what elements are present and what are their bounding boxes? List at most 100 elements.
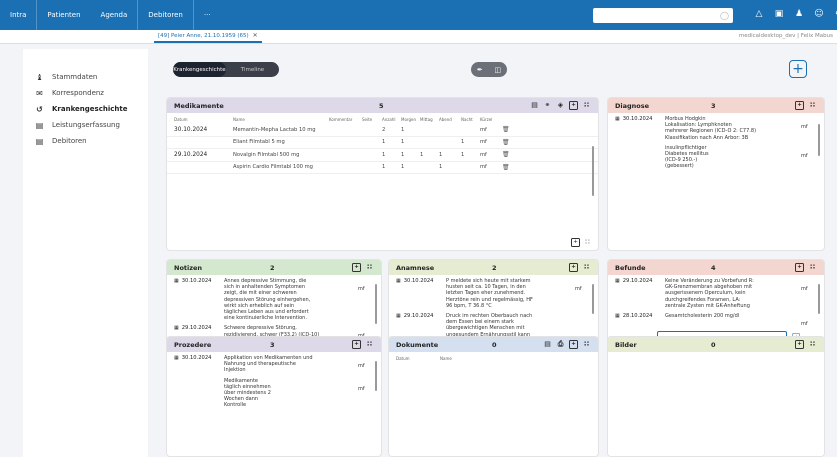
trash-icon[interactable]: 🗑: [502, 126, 510, 133]
close-icon[interactable]: ✕: [253, 32, 258, 39]
nav-more[interactable]: ···: [194, 0, 221, 30]
expand-icon[interactable]: ∷: [808, 340, 817, 349]
add-entry-icon[interactable]: +: [352, 263, 361, 272]
col-name: Name: [233, 117, 245, 122]
top-nav: Intra Patienten Agenda Debitoren ···: [0, 0, 221, 30]
entry-date-text: 30.10.2024: [622, 116, 653, 122]
sidebar-item-debitoren[interactable]: ▤ Debitoren: [23, 133, 148, 149]
list-item[interactable]: ▦ 30.10.2024 Morbus Hodgkin Lokalisation: L…: [615, 116, 817, 141]
panel-count: 0: [711, 340, 716, 349]
toggle-krankengeschichte[interactable]: Krankengeschichte: [173, 62, 226, 77]
entry-user: mf: [358, 363, 365, 369]
trash-icon[interactable]: 🗑: [502, 164, 510, 171]
link-icon[interactable]: ⚭: [543, 101, 552, 110]
list-icon[interactable]: ▤: [530, 101, 539, 110]
calendar-icon[interactable]: ▣: [772, 6, 786, 22]
entry-line: Kontrolle: [224, 402, 247, 409]
tab-bar: [49] Peier Anne, 21.10.1959 (65) ✕ medic…: [0, 30, 837, 44]
file-icon[interactable]: ▤: [543, 340, 552, 349]
scrollbar[interactable]: [374, 284, 377, 324]
list-item[interactable]: insulinpflichtiger Diabetes mellitus (ICD-…: [615, 145, 817, 170]
panel-header: Notizen 2 + ∷: [167, 260, 381, 275]
scrollbar[interactable]: [591, 284, 594, 314]
panel-title: Dokumente: [396, 340, 439, 349]
table-row[interactable]: Eliant Filmtabl 5 mg 1 1 1 mf 🗑: [167, 137, 598, 149]
expand-icon[interactable]: ∷: [583, 238, 592, 247]
scrollbar[interactable]: [817, 284, 820, 314]
list-item[interactable]: ▦ 29.10.2024 Druck im rechten Oberbauch na…: [396, 313, 591, 338]
entry-user: mf: [358, 385, 365, 392]
table-row[interactable]: 29.10.2024 Novalgin Filmtabl 500 mg 1 1 1 1 1 m…: [167, 149, 598, 162]
panel-actions: ▤ ⎙ + ∷: [543, 340, 591, 349]
add-row-icon[interactable]: +: [571, 238, 580, 247]
sidebar-item-korrespondenz[interactable]: ✉ Korrespondenz: [23, 85, 148, 101]
entry-date: ▦ 30.10.2024: [615, 116, 665, 141]
list-item[interactable]: Medikamente täglich einnehmen über mindest…: [174, 378, 374, 409]
document-icon: ▤: [35, 120, 44, 130]
trash-icon[interactable]: 🗑: [502, 139, 510, 146]
trash-icon[interactable]: 🗑: [502, 151, 510, 158]
scrollbar[interactable]: [817, 124, 820, 156]
sidebar-item-leistungserfassung[interactable]: ▤ Leistungserfassung: [23, 117, 148, 133]
print-icon[interactable]: ⎙: [556, 340, 565, 349]
nav-intra[interactable]: Intra: [0, 0, 36, 30]
view-toggle[interactable]: Krankengeschichte Timeline: [173, 62, 279, 77]
entry-date-text: 30.10.2024: [181, 278, 212, 284]
user-icon[interactable]: ☺: [812, 6, 826, 22]
cell-date: 30.10.2024: [174, 126, 208, 133]
sidebar-item-krankengeschichte[interactable]: ↺ Krankengeschichte: [23, 101, 148, 117]
expand-icon[interactable]: ∷: [365, 340, 374, 349]
expand-icon[interactable]: ∷: [582, 101, 591, 110]
scrollbar[interactable]: [591, 146, 594, 196]
nav-patienten[interactable]: Patienten: [37, 0, 90, 30]
sidebar-item-stammdaten[interactable]: ♝ Stammdaten: [23, 69, 148, 85]
search-input[interactable]: [600, 9, 721, 22]
add-entry-icon[interactable]: +: [569, 340, 578, 349]
sidebar-item-label: Leistungserfassung: [52, 121, 120, 129]
list-item[interactable]: ▦ 30.10.2024 Applikation von Medikamenten …: [174, 355, 374, 374]
users-icon[interactable]: ♟: [792, 6, 806, 22]
panel-header: Befunde 4 + ∷: [608, 260, 824, 275]
cell-nacht: 1: [461, 139, 465, 146]
bell-icon[interactable]: △: [752, 6, 766, 22]
panel-medikamente: Medikamente 5 ▤ ⚭ ◈ + ∷ Datum Name Komme…: [166, 97, 599, 251]
add-entry-icon[interactable]: +: [795, 263, 804, 272]
expand-icon[interactable]: ∷: [808, 101, 817, 110]
add-entry-icon[interactable]: +: [352, 340, 361, 349]
search-icon[interactable]: ◯: [720, 11, 729, 20]
list-item[interactable]: ▦ 29.10.2024 Keine Veränderung zu Vorbefun…: [615, 278, 817, 309]
add-button[interactable]: +: [789, 60, 807, 78]
expand-icon[interactable]: ∷: [582, 263, 591, 272]
toggle-timeline[interactable]: Timeline: [226, 62, 279, 77]
table-row[interactable]: 30.10.2024 Memantin-Mepha Lactab 10 mg 2 1 m…: [167, 124, 598, 137]
panel-title: Befunde: [615, 263, 646, 272]
search-box[interactable]: ◯: [593, 8, 733, 23]
entry-line: 96 bpm, T 36.8 °C: [446, 302, 492, 309]
list-item[interactable]: ▦ 30.10.2024 P meldete sich heute mit star…: [396, 278, 591, 309]
cell-date: 29.10.2024: [174, 151, 208, 158]
tab-patient[interactable]: [49] Peier Anne, 21.10.1959 (65) ✕: [154, 30, 262, 43]
expand-icon[interactable]: ∷: [365, 263, 374, 272]
table-header: Datum Name: [389, 352, 598, 363]
expand-icon[interactable]: ∷: [808, 263, 817, 272]
scrollbar[interactable]: [374, 361, 377, 391]
add-entry-icon[interactable]: +: [795, 340, 804, 349]
list-item[interactable]: ▦ 28.10.2024 Gesamtcholesterin 200 mg/dl mf: [615, 313, 817, 327]
add-entry-icon[interactable]: +: [569, 101, 578, 110]
pen-icon[interactable]: ✒: [477, 66, 483, 74]
entry-text: Gesamtcholesterin 200 mg/dl: [665, 313, 791, 327]
tag-icon[interactable]: ◈: [556, 101, 565, 110]
expand-icon[interactable]: ∷: [582, 340, 591, 349]
settings-icon[interactable]: ⚙: [832, 6, 837, 22]
list-item[interactable]: ▦ 30.10.2024 Annes depressive Stimmung, di…: [174, 278, 374, 321]
tab-label[interactable]: [49] Peier Anne, 21.10.1959 (65): [158, 33, 249, 39]
top-icons: △ ▣ ♟ ☺ ⚙: [752, 6, 837, 22]
add-entry-icon[interactable]: +: [569, 263, 578, 272]
add-entry-icon[interactable]: +: [795, 101, 804, 110]
nav-agenda[interactable]: Agenda: [91, 0, 138, 30]
table-row[interactable]: Aspirin Cardio Filmtabl 100 mg 1 1 1 mf 🗑: [167, 162, 598, 174]
nav-debitoren[interactable]: Debitoren: [138, 0, 193, 30]
panel-header: Anamnese 2 + ∷: [389, 260, 598, 275]
sidebar-item-label: Krankengeschichte: [52, 105, 128, 113]
layout-icon[interactable]: ◫: [495, 66, 502, 74]
